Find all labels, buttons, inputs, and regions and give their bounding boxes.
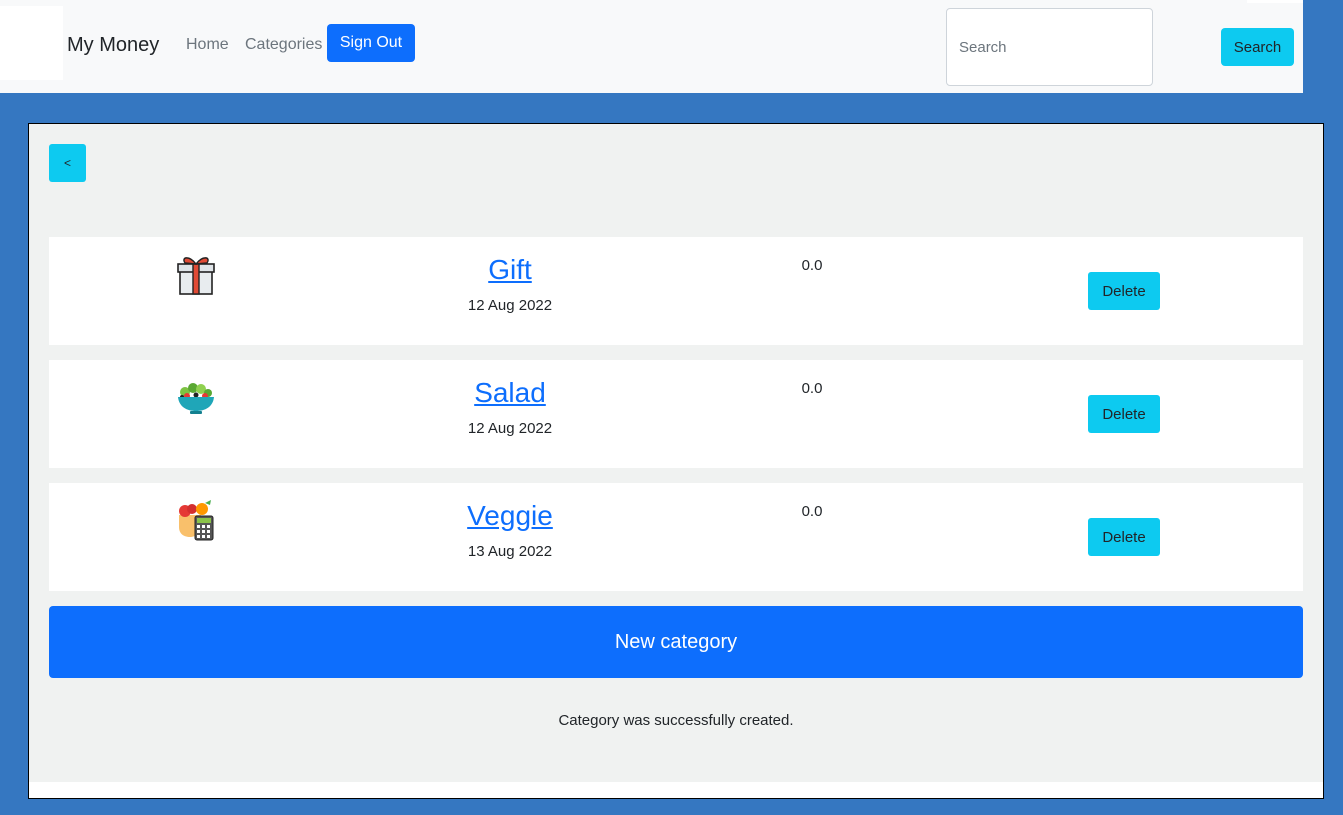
delete-button[interactable]: Delete [1088, 395, 1160, 433]
category-date: 13 Aug 2022 [467, 543, 553, 560]
flash-notice: Category was successfully created. [558, 712, 794, 729]
category-row: Gift 12 Aug 2022 0.0 Delete [49, 237, 1303, 345]
category-date: 12 Aug 2022 [467, 420, 553, 437]
panel-content: < Gift 12 Aug 2022 0.0 Delete Salad 12 A… [29, 124, 1323, 782]
search-input[interactable] [946, 8, 1153, 86]
logo-placeholder [0, 6, 63, 80]
category-date: 12 Aug 2022 [467, 297, 553, 314]
back-button[interactable]: < [49, 144, 86, 182]
delete-button[interactable]: Delete [1088, 518, 1160, 556]
top-navbar: My Money Home Categories Sign Out Search [0, 0, 1343, 93]
search-button[interactable]: Search [1221, 28, 1294, 66]
category-name-link[interactable]: Salad [360, 376, 660, 410]
navbar-container: My Money Home Categories Sign Out Search [0, 0, 1303, 93]
category-row: Salad 12 Aug 2022 0.0 Delete [49, 360, 1303, 468]
sign-out-button[interactable]: Sign Out [327, 24, 415, 62]
brand-link[interactable]: My Money [67, 33, 159, 57]
gift-icon [175, 253, 217, 295]
category-row: Veggie 13 Aug 2022 0.0 Delete [49, 483, 1303, 591]
nav-link-home[interactable]: Home [186, 35, 229, 55]
salad-icon [175, 376, 217, 418]
veggie-calculator-icon [175, 499, 217, 541]
categories-panel: < Gift 12 Aug 2022 0.0 Delete Salad 12 A… [28, 123, 1324, 799]
category-amount: 0.0 [801, 257, 823, 274]
nav-link-categories[interactable]: Categories [245, 35, 322, 55]
category-amount: 0.0 [801, 503, 823, 520]
navbar-strip [1247, 0, 1303, 3]
category-name-link[interactable]: Gift [360, 253, 660, 287]
new-category-button[interactable]: New category [49, 606, 1303, 678]
category-amount: 0.0 [801, 380, 823, 397]
category-name-link[interactable]: Veggie [360, 499, 660, 533]
delete-button[interactable]: Delete [1088, 272, 1160, 310]
